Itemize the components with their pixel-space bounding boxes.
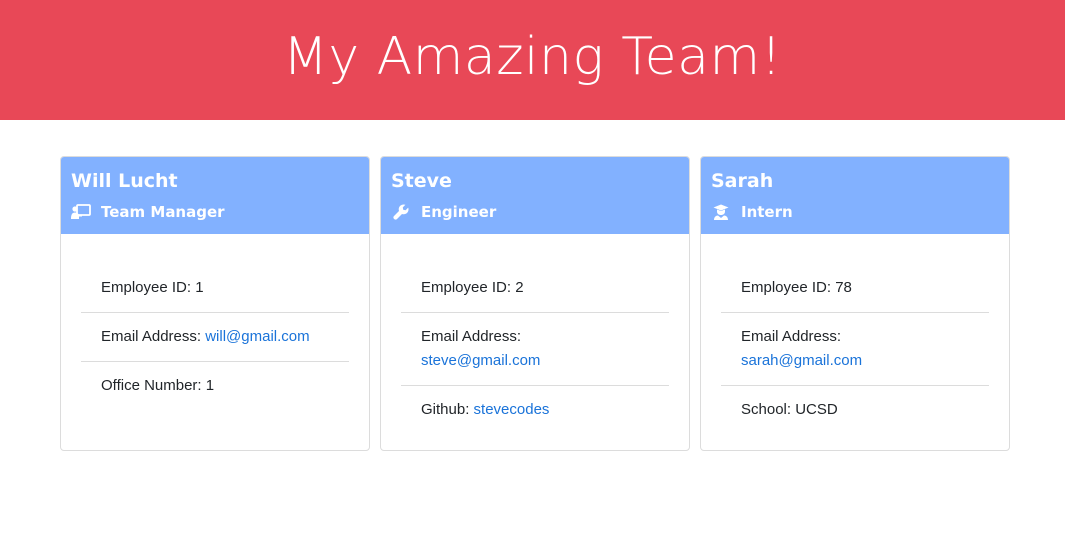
employee-details: Employee ID: 1 Email Address: will@gmail… — [81, 264, 349, 410]
employee-role: Team Manager — [71, 203, 359, 221]
employee-email-label: Email Address: — [101, 328, 206, 345]
page-header: My Amazing Team! — [0, 0, 1065, 120]
github-item: Github: stevecodes — [401, 386, 669, 434]
employee-card-intern: Sarah Intern Employee ID: 78 Email Addre… — [700, 156, 1010, 451]
school-label: School: — [741, 401, 796, 418]
employee-details: Employee ID: 2 Email Address: steve@gmai… — [401, 264, 669, 434]
employee-id-label: Employee ID: — [741, 279, 836, 296]
employee-email-item: Email Address: steve@gmail.com — [401, 313, 669, 386]
github-link[interactable]: stevecodes — [474, 401, 550, 418]
team-cards: Will Lucht Team Manager Employee ID: 1 E… — [60, 156, 1010, 451]
card-header: Will Lucht Team Manager — [61, 157, 369, 234]
employee-id-value: 2 — [515, 279, 524, 296]
office-number-label: Office Number: — [101, 377, 206, 394]
school-value: UCSD — [795, 401, 838, 418]
card-body: Employee ID: 2 Email Address: steve@gmai… — [381, 234, 689, 434]
card-header: Steve Engineer — [381, 157, 689, 234]
employee-email-item: Email Address: will@gmail.com — [81, 313, 349, 362]
employee-email-item: Email Address: sarah@gmail.com — [721, 313, 989, 386]
email-link[interactable]: steve@gmail.com — [421, 352, 540, 369]
employee-role-label: Engineer — [421, 203, 497, 221]
employee-card-engineer: Steve Engineer Employee ID: 2 Email Addr… — [380, 156, 690, 451]
employee-role: Intern — [711, 203, 999, 221]
employee-id-label: Employee ID: — [421, 279, 516, 296]
employee-id-item: Employee ID: 2 — [401, 264, 669, 313]
page-title: My Amazing Team! — [283, 27, 782, 87]
employee-name: Will Lucht — [71, 170, 178, 192]
employee-name: Steve — [391, 170, 452, 192]
github-label: Github: — [421, 401, 474, 418]
employee-role-label: Team Manager — [101, 203, 225, 221]
presentation-icon — [71, 204, 91, 220]
employee-id-value: 1 — [195, 279, 204, 296]
employee-details: Employee ID: 78 Email Address: sarah@gma… — [721, 264, 989, 434]
card-body: Employee ID: 1 Email Address: will@gmail… — [61, 234, 369, 410]
office-number-item: Office Number: 1 — [81, 362, 349, 410]
employee-role-label: Intern — [741, 203, 793, 221]
employee-id-value: 78 — [835, 279, 852, 296]
employee-email-label: Email Address: — [741, 328, 842, 345]
employee-id-label: Employee ID: — [101, 279, 196, 296]
email-link[interactable]: sarah@gmail.com — [741, 352, 862, 369]
employee-role: Engineer — [391, 203, 679, 221]
wrench-icon — [391, 204, 411, 220]
employee-email-label: Email Address: — [421, 328, 522, 345]
school-item: School: UCSD — [721, 386, 989, 434]
card-body: Employee ID: 78 Email Address: sarah@gma… — [701, 234, 1009, 434]
card-header: Sarah Intern — [701, 157, 1009, 234]
office-number-value: 1 — [205, 377, 215, 394]
graduate-icon — [711, 204, 731, 220]
employee-id-item: Employee ID: 78 — [721, 264, 989, 313]
employee-id-item: Employee ID: 1 — [81, 264, 349, 313]
employee-card-manager: Will Lucht Team Manager Employee ID: 1 E… — [60, 156, 370, 451]
employee-name: Sarah — [711, 170, 774, 192]
email-link[interactable]: will@gmail.com — [205, 328, 309, 345]
